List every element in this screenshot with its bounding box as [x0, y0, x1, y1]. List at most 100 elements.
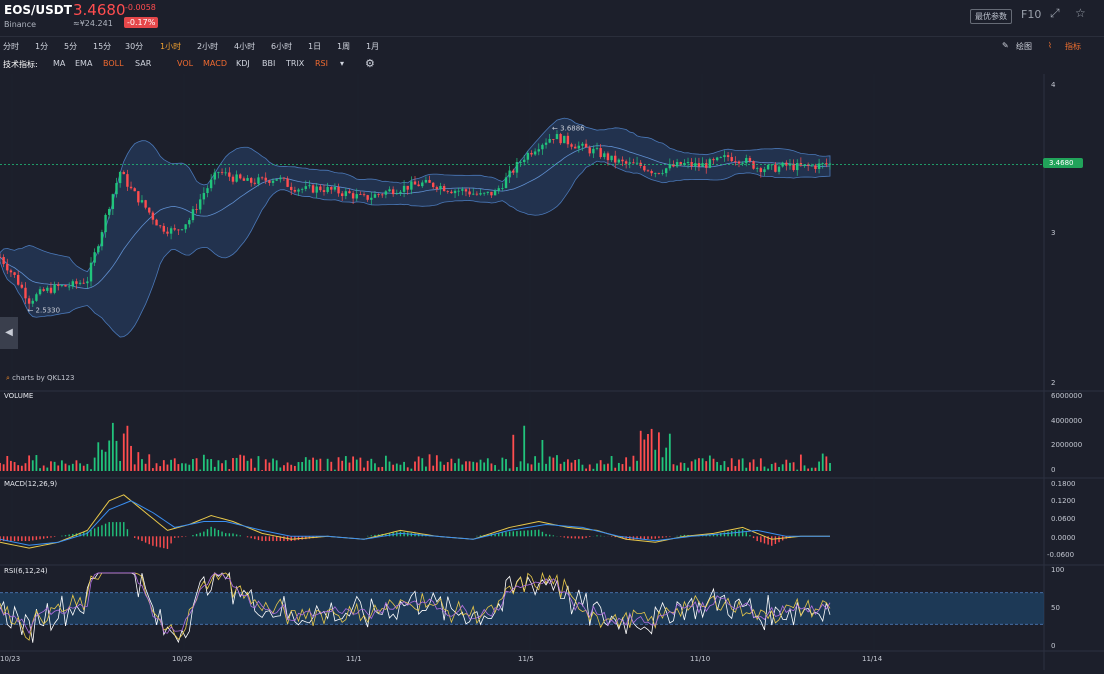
- fullscreen-icon[interactable]: ⤢: [1050, 6, 1060, 21]
- timeframe-tab[interactable]: 4小时: [234, 41, 255, 52]
- volume-bar: [174, 458, 176, 471]
- candle-body: [366, 195, 368, 200]
- indicator-ema[interactable]: EMA: [75, 59, 92, 68]
- optimal-params-button[interactable]: 最优参数: [970, 9, 1012, 24]
- candle-body: [79, 283, 81, 284]
- chart-area[interactable]: ← 3.6886← 2.5330: [0, 74, 1104, 670]
- indicator-bbi[interactable]: BBI: [262, 59, 275, 68]
- candle-body: [246, 178, 248, 181]
- timeframe-tab[interactable]: 5分: [64, 41, 77, 52]
- volume-bar: [421, 458, 423, 471]
- volume-title: VOLUME: [4, 392, 33, 400]
- volume-bar: [46, 468, 48, 471]
- timeframe-tab[interactable]: 分时: [3, 41, 19, 52]
- candle-body: [86, 281, 88, 283]
- candle-body: [599, 148, 601, 157]
- draw-button[interactable]: 绘图: [1016, 41, 1032, 52]
- candle-body: [192, 209, 194, 220]
- timeframe-tab[interactable]: 1月: [366, 41, 379, 52]
- chart-line-icon[interactable]: ⌇: [1048, 41, 1052, 50]
- macd-hist-bar: [127, 529, 128, 536]
- volume-bar: [407, 467, 409, 471]
- volume-bar: [50, 461, 52, 471]
- timeframe-tab-active[interactable]: 1小时: [160, 41, 181, 52]
- star-icon[interactable]: ☆: [1075, 6, 1086, 20]
- macd-hist-bar: [261, 536, 262, 541]
- candle-body: [217, 172, 219, 173]
- volume-bar: [145, 464, 147, 471]
- macd-hist-bar: [181, 536, 182, 537]
- candle-body: [374, 194, 376, 198]
- volume-bar: [676, 465, 678, 471]
- volume-bar: [28, 455, 30, 471]
- volume-bar: [268, 463, 270, 471]
- macd-hist-bar: [276, 536, 277, 541]
- volume-bar: [443, 465, 445, 471]
- candle-body: [203, 193, 205, 199]
- volume-bar: [199, 470, 201, 471]
- indicator-sar[interactable]: SAR: [135, 59, 151, 68]
- candle-body: [388, 189, 390, 191]
- candle-body: [621, 160, 623, 162]
- indicator-trix[interactable]: TRIX: [286, 59, 304, 68]
- volume-bar: [221, 463, 223, 471]
- candle-body: [112, 194, 114, 209]
- timeframe-tab[interactable]: 1日: [308, 41, 321, 52]
- candle-body: [301, 189, 303, 190]
- candle-body: [450, 192, 452, 193]
- timeframe-tab[interactable]: 1分: [35, 41, 48, 52]
- volume-bar: [250, 459, 252, 471]
- volume-bar: [185, 463, 187, 471]
- volume-bar: [327, 459, 329, 471]
- volume-bar: [316, 460, 318, 471]
- volume-bar: [21, 466, 23, 471]
- candle-body: [465, 189, 467, 191]
- candle-body: [523, 160, 525, 162]
- macd-hist-bar: [240, 535, 241, 536]
- macd-hist-bar: [516, 531, 517, 536]
- collapse-left-button[interactable]: ◀: [0, 317, 18, 349]
- volume-bar: [793, 462, 795, 471]
- timeframe-tab[interactable]: 15分: [93, 41, 111, 52]
- candle-body: [93, 252, 95, 262]
- volume-bar: [334, 470, 336, 471]
- volume-bar: [192, 459, 194, 471]
- indicator-kdj[interactable]: KDJ: [236, 59, 250, 68]
- dropdown-icon[interactable]: ▾: [340, 59, 344, 68]
- indicator-rsi[interactable]: RSI: [315, 59, 328, 68]
- indicator-macd[interactable]: MACD: [203, 59, 227, 68]
- macd-hist-bar: [105, 524, 106, 537]
- gear-icon[interactable]: ⚙: [365, 57, 375, 70]
- volume-bar: [651, 429, 653, 471]
- candle-body: [727, 155, 729, 157]
- indicator-boll[interactable]: BOLL: [103, 59, 124, 68]
- macd-hist-bar: [10, 536, 11, 541]
- symbol-label[interactable]: EOS/USDT: [4, 3, 72, 17]
- candle-body: [596, 148, 598, 149]
- indicator-button[interactable]: 指标: [1065, 41, 1081, 52]
- macd-hist-bar: [596, 535, 597, 536]
- volume-bar: [374, 463, 376, 471]
- timeframe-tab[interactable]: 6小时: [271, 41, 292, 52]
- f10-button[interactable]: F10: [1021, 8, 1041, 21]
- candle-body: [337, 187, 339, 193]
- volume-bar: [6, 456, 8, 471]
- volume-bar: [472, 462, 474, 471]
- volume-bar: [705, 461, 707, 471]
- indicator-ma[interactable]: MA: [53, 59, 65, 68]
- volume-bar: [687, 468, 689, 471]
- timeframe-tab[interactable]: 1周: [337, 41, 350, 52]
- volume-bar: [556, 455, 558, 471]
- chart-svg[interactable]: ← 3.6886← 2.5330: [0, 74, 1104, 670]
- timeframe-tab[interactable]: 2小时: [197, 41, 218, 52]
- volume-bar: [483, 462, 485, 471]
- candle-body: [592, 149, 594, 154]
- macd-hist-bar: [283, 536, 284, 541]
- indicator-vol[interactable]: VOL: [177, 59, 193, 68]
- macd-hist-bar: [90, 530, 91, 536]
- pencil-icon[interactable]: ✎: [1002, 41, 1009, 50]
- candle-body: [392, 189, 394, 194]
- macd-hist-bar: [534, 530, 535, 536]
- timeframe-tab[interactable]: 30分: [125, 41, 143, 52]
- macd-hist-bar: [480, 535, 481, 536]
